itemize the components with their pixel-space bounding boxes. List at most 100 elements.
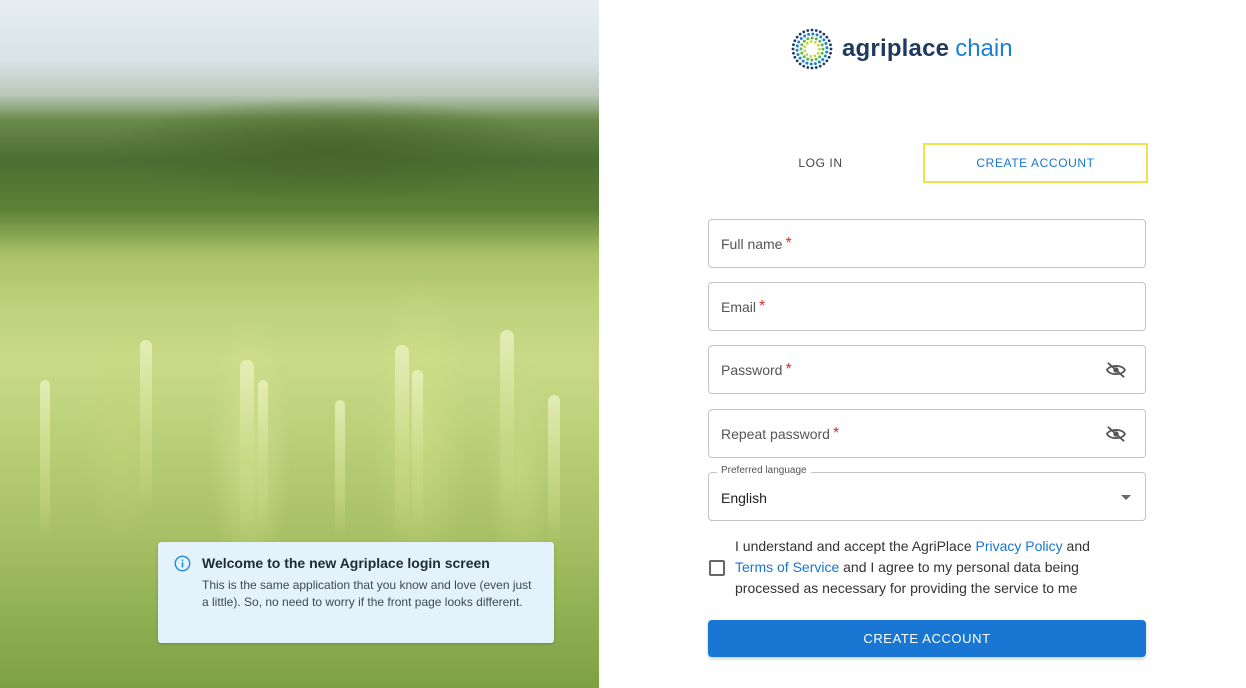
logo-dot bbox=[810, 66, 814, 70]
info-title: Welcome to the new Agriplace login scree… bbox=[202, 555, 490, 571]
logo-dot bbox=[795, 44, 799, 48]
logo-dot bbox=[796, 52, 800, 56]
full-name-field[interactable]: Full name * bbox=[708, 219, 1146, 268]
consent-text-part: and bbox=[1062, 538, 1090, 554]
logo-dot bbox=[820, 51, 824, 55]
logo-dot bbox=[814, 66, 818, 69]
logo-dot bbox=[805, 53, 809, 56]
logo-dot bbox=[806, 57, 810, 61]
logo-dot bbox=[793, 39, 797, 43]
logo-dot bbox=[824, 42, 828, 46]
logo-dot bbox=[800, 51, 804, 55]
logo-dot bbox=[821, 47, 825, 51]
terms-of-service-link[interactable]: Terms of Service bbox=[735, 559, 839, 575]
logo-dot bbox=[806, 66, 810, 69]
brand-sub: chain bbox=[955, 35, 1013, 62]
create-account-button[interactable]: CREATE ACCOUNT bbox=[708, 620, 1146, 657]
wheat-stalk bbox=[500, 330, 514, 510]
logo-dot bbox=[803, 45, 807, 49]
logo-dot bbox=[825, 50, 829, 54]
wheat-stalk bbox=[40, 380, 50, 540]
logo-dot bbox=[795, 35, 799, 39]
logo-dot bbox=[799, 47, 803, 51]
logo-dot bbox=[795, 48, 799, 52]
info-text: This is the same application that you kn… bbox=[202, 578, 532, 609]
logo-dot bbox=[815, 33, 819, 37]
eye-off-icon[interactable] bbox=[1105, 425, 1127, 443]
preferred-language-select[interactable]: Preferred language English bbox=[708, 465, 1146, 521]
logo-dot bbox=[827, 39, 831, 43]
logo-dot bbox=[829, 51, 832, 55]
logo-dot bbox=[814, 57, 818, 61]
logo-dot bbox=[800, 43, 804, 47]
eye-off-icon[interactable] bbox=[1105, 361, 1127, 379]
wheat-stalk bbox=[412, 370, 423, 530]
repeat-password-field[interactable]: Repeat password * bbox=[708, 409, 1146, 458]
repeat-password-label: Repeat password bbox=[721, 425, 830, 442]
logo-dot bbox=[809, 62, 813, 66]
preferred-language-value: English bbox=[721, 489, 767, 506]
logo-dot bbox=[818, 30, 822, 34]
wheat-stalk bbox=[548, 395, 560, 545]
logo-dot bbox=[792, 43, 795, 47]
wheat-stalk bbox=[258, 380, 268, 530]
privacy-policy-link[interactable]: Privacy Policy bbox=[976, 538, 1063, 554]
required-marker: * bbox=[759, 297, 766, 315]
consent-block: I understand and accept the AgriPlace Pr… bbox=[708, 536, 1148, 599]
brand-logo: agriplace chain bbox=[790, 26, 1013, 72]
logo-dot bbox=[818, 39, 822, 43]
logo-dot bbox=[829, 43, 832, 47]
logo-dot bbox=[827, 55, 831, 59]
consent-text: I understand and accept the AgriPlace Pr… bbox=[735, 536, 1115, 599]
logo-dot bbox=[797, 40, 801, 44]
logo-dot bbox=[793, 55, 797, 59]
logo-dot bbox=[823, 54, 827, 58]
required-marker: * bbox=[832, 424, 840, 442]
info-circle-icon bbox=[174, 555, 191, 572]
logo-dot bbox=[825, 59, 829, 63]
tab-log-in[interactable]: LOG IN bbox=[708, 143, 933, 183]
auth-tabs: LOG IN CREATE ACCOUNT bbox=[708, 143, 1148, 183]
logo-dot bbox=[791, 47, 795, 51]
logo-dot bbox=[816, 51, 820, 55]
logo-dot bbox=[798, 32, 802, 36]
logo-dot bbox=[809, 40, 813, 43]
password-label: Password bbox=[721, 361, 783, 378]
logo-dot bbox=[822, 38, 826, 42]
logo-dot bbox=[810, 58, 814, 62]
logo-dot bbox=[806, 29, 810, 32]
logo-dot bbox=[809, 54, 813, 58]
logo-dot bbox=[799, 37, 803, 41]
logo-dot bbox=[818, 55, 822, 59]
logo-dot bbox=[813, 54, 817, 58]
consent-checkbox[interactable] bbox=[709, 560, 725, 576]
preferred-language-label: Preferred language bbox=[717, 465, 811, 476]
logo-dot bbox=[792, 51, 795, 55]
logo-dot bbox=[810, 36, 814, 40]
dotted-sunburst-logo-icon bbox=[791, 28, 833, 70]
logo-dot bbox=[798, 62, 802, 66]
logo-dot bbox=[817, 43, 820, 47]
logo-dot bbox=[798, 56, 802, 60]
required-marker: * bbox=[785, 234, 792, 252]
logo-dot bbox=[805, 41, 809, 45]
info-notice: Welcome to the new Agriplace login scree… bbox=[158, 542, 554, 643]
logo-dot bbox=[811, 32, 815, 36]
email-field[interactable]: Email * bbox=[708, 282, 1146, 331]
logo-dot bbox=[795, 59, 799, 63]
full-name-label: Full name bbox=[721, 235, 783, 252]
logo-dot bbox=[818, 64, 822, 68]
chevron-down-icon bbox=[1121, 495, 1131, 500]
logo-dot bbox=[814, 29, 818, 32]
logo-dot bbox=[814, 37, 818, 41]
logo-dot bbox=[829, 47, 833, 51]
password-field[interactable]: Password * bbox=[708, 345, 1146, 394]
tab-create-account[interactable]: CREATE ACCOUNT bbox=[923, 143, 1148, 183]
logo-dot bbox=[802, 30, 806, 34]
logo-dot bbox=[820, 43, 824, 47]
logo-dot bbox=[802, 39, 806, 43]
logo-dot bbox=[825, 35, 829, 39]
logo-dot bbox=[805, 61, 809, 65]
logo-dot bbox=[825, 46, 829, 50]
logo-dot bbox=[818, 47, 821, 51]
